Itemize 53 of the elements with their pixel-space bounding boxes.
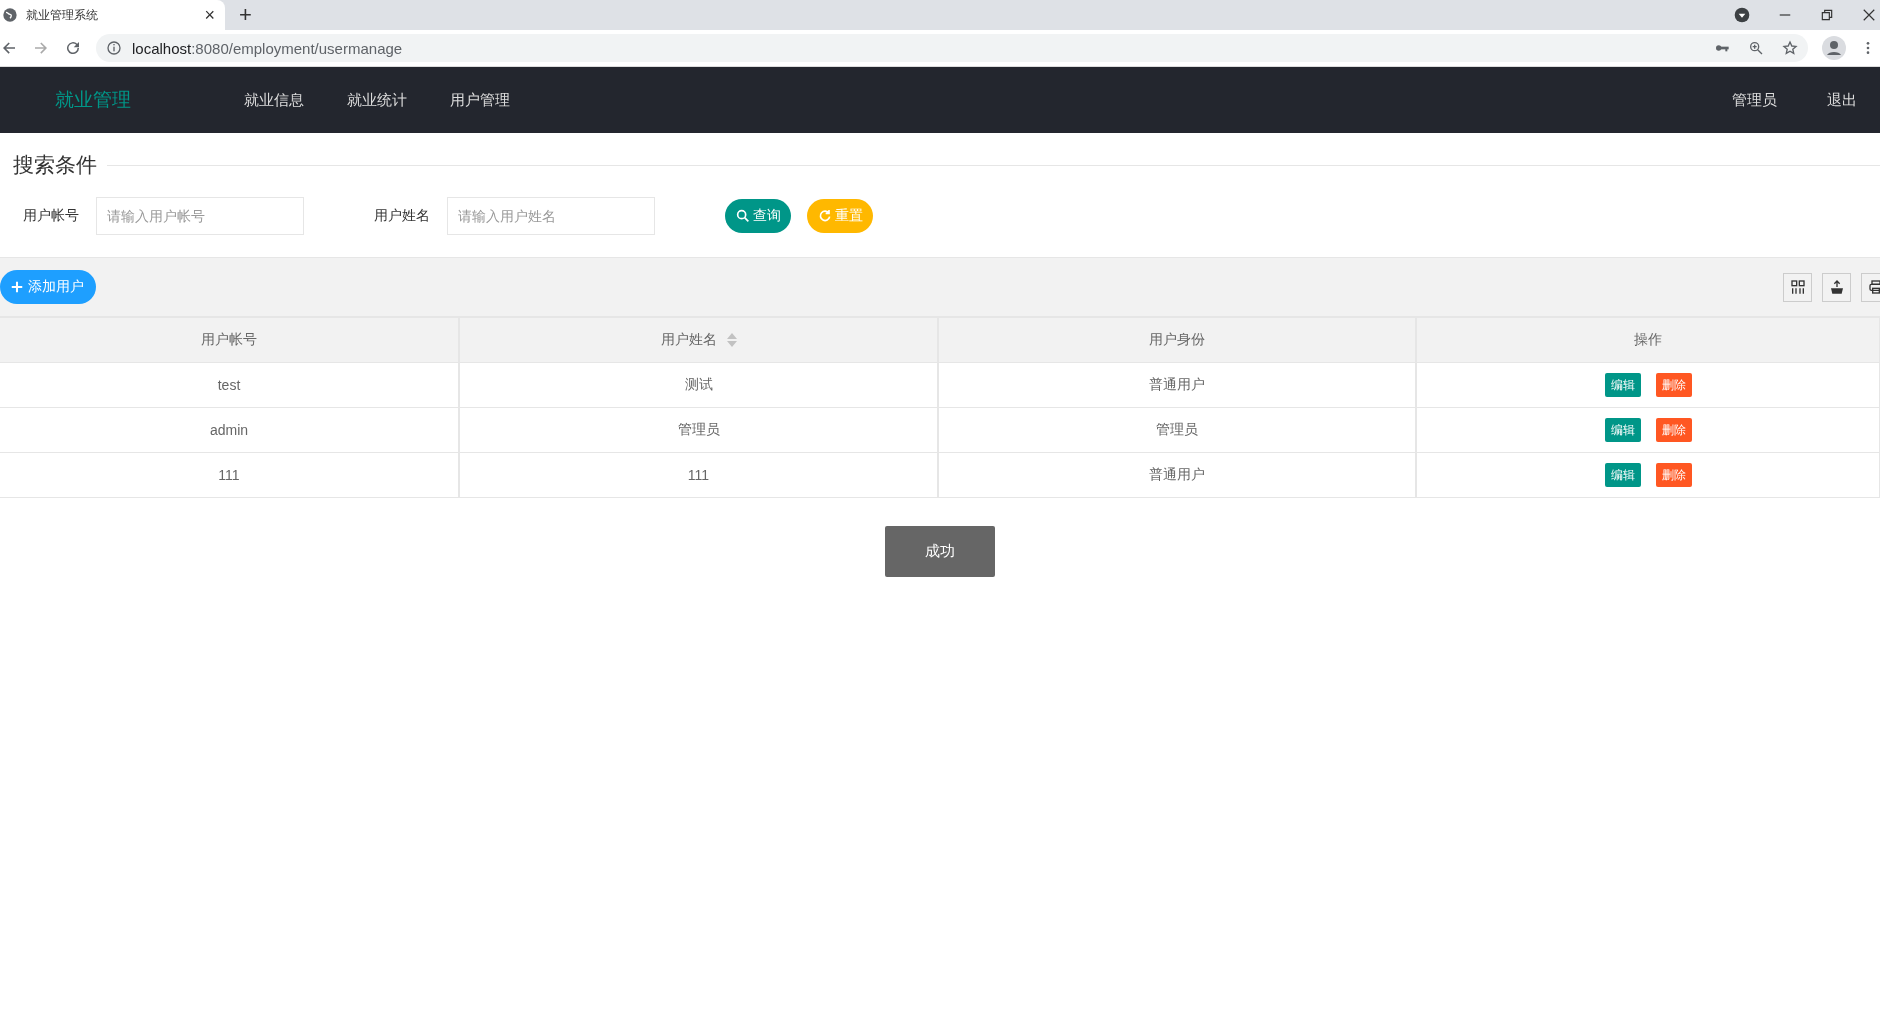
toast-message: 成功: [885, 526, 995, 577]
new-tab-button[interactable]: +: [239, 2, 252, 28]
refresh-icon: [817, 208, 833, 224]
edit-button[interactable]: 编辑: [1604, 418, 1641, 442]
url-field[interactable]: localhost:8080/employment/usermanage: [132, 39, 403, 57]
add-user-button[interactable]: 添加用户: [0, 270, 96, 304]
plus-icon: [10, 280, 24, 294]
delete-button[interactable]: 删除: [1655, 418, 1692, 442]
field-label: 用户帐号: [23, 207, 79, 225]
field-label: 用户姓名: [374, 207, 430, 225]
reload-icon[interactable]: [64, 39, 82, 57]
column-header: 用户帐号: [201, 331, 257, 349]
table-cell: 管理员: [1156, 421, 1198, 437]
star-icon[interactable]: [1782, 40, 1798, 56]
table-cell: 测试: [684, 376, 713, 392]
restore-icon[interactable]: [1820, 8, 1834, 22]
info-icon[interactable]: [106, 40, 122, 56]
tab-title[interactable]: 就业管理系统: [26, 6, 191, 24]
delete-button[interactable]: 删除: [1655, 463, 1692, 487]
print-icon: [1867, 279, 1880, 295]
profile-icon[interactable]: [1822, 36, 1846, 60]
export-icon: [1828, 279, 1845, 295]
delete-button[interactable]: 删除: [1655, 373, 1692, 397]
column-header: 用户身份: [1149, 331, 1205, 349]
logout-link[interactable]: 退出: [1827, 90, 1857, 110]
user-menu[interactable]: 管理员: [1732, 90, 1777, 110]
table-cell: 普通用户: [1149, 376, 1205, 392]
tab-close-button[interactable]: ×: [198, 4, 221, 26]
input-field[interactable]: 请输入用户姓名: [447, 197, 655, 235]
zoom-icon[interactable]: [1748, 40, 1764, 56]
table-cell: 管理员: [677, 421, 720, 437]
column-header: 操作: [1634, 331, 1662, 349]
table-cell: 普通用户: [1149, 466, 1205, 482]
columns-button[interactable]: [1783, 272, 1812, 302]
table-cell: test: [217, 377, 241, 393]
close-icon[interactable]: [1862, 8, 1876, 22]
export-button[interactable]: [1822, 272, 1851, 302]
search-button[interactable]: 查询: [725, 199, 791, 233]
nav-item[interactable]: 就业统计: [347, 90, 407, 110]
column-header: 用户姓名: [660, 331, 717, 349]
table-cell: 111: [687, 467, 710, 483]
edit-button[interactable]: 编辑: [1604, 373, 1641, 397]
section-title: 搜索条件: [13, 152, 98, 178]
nav-item[interactable]: 用户管理: [450, 90, 510, 110]
app-logo[interactable]: 就业管理: [55, 87, 244, 113]
input-field[interactable]: 请输入用户帐号: [96, 197, 304, 235]
nav-item[interactable]: 就业信息: [244, 90, 304, 110]
edit-button[interactable]: 编辑: [1604, 463, 1641, 487]
grid-icon: [1789, 279, 1806, 295]
table-cell: 111: [218, 467, 240, 483]
dropdown-icon[interactable]: [1734, 7, 1750, 23]
table-cell: admin: [209, 422, 249, 438]
search-icon: [735, 208, 751, 224]
